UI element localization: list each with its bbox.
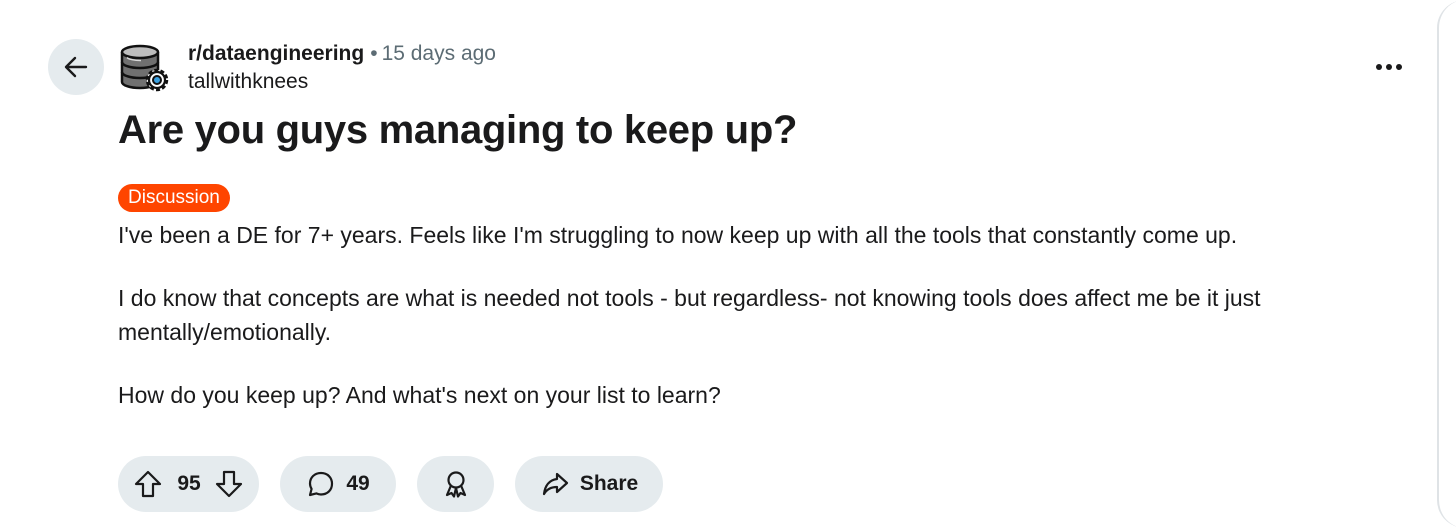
share-button[interactable]: Share	[515, 456, 663, 512]
body-paragraph: I've been a DE for 7+ years. Feels like …	[118, 222, 1238, 248]
subreddit-avatar[interactable]	[119, 42, 175, 98]
comment-count: 49	[346, 472, 370, 495]
author-name[interactable]: tallwithknees	[188, 68, 308, 96]
flair-badge[interactable]: Discussion	[118, 184, 230, 212]
speech-bubble-icon	[306, 469, 336, 499]
arrow-down-icon	[215, 470, 242, 498]
back-button[interactable]	[48, 39, 104, 95]
arrow-up-icon	[135, 470, 162, 498]
upvote-button[interactable]	[133, 469, 163, 499]
post-body: I've been a DE for 7+ years. Feels like …	[118, 218, 1418, 441]
post-title: Are you guys managing to keep up?	[118, 108, 798, 152]
downvote-button[interactable]	[214, 469, 244, 499]
arrow-left-icon	[64, 56, 88, 78]
comments-button[interactable]: 49	[280, 456, 396, 512]
database-gear-icon	[120, 44, 169, 92]
share-label: Share	[579, 472, 639, 495]
award-button[interactable]	[417, 456, 494, 512]
award-ribbon-icon	[441, 469, 471, 499]
post-meta: r/dataengineering • 15 days ago	[188, 40, 496, 68]
share-arrow-icon	[540, 469, 570, 499]
vote-control: 95	[118, 456, 259, 512]
ellipsis-icon	[1376, 64, 1402, 70]
vote-score: 95	[177, 472, 201, 495]
body-paragraph: How do you keep up? And what's next on y…	[118, 382, 721, 408]
meta-separator: •	[370, 42, 378, 65]
sidebar-panel-edge	[1437, 0, 1456, 528]
more-options-button[interactable]	[1366, 52, 1412, 82]
post-time: 15 days ago	[381, 42, 496, 65]
body-paragraph: I do know that concepts are what is need…	[118, 285, 1261, 345]
subreddit-name[interactable]: r/dataengineering	[188, 42, 364, 65]
